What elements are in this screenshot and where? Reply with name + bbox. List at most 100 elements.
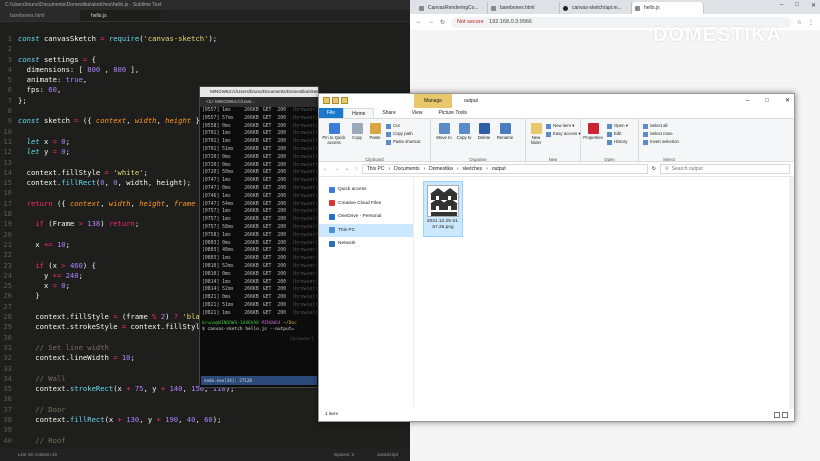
forward-icon[interactable]: → — [428, 19, 434, 25]
code-token: // Roof — [18, 435, 66, 445]
large-icons-view-icon[interactable] — [782, 412, 788, 418]
ribbon-tab-home[interactable]: Home — [343, 108, 375, 118]
up-icon[interactable]: ↑ — [355, 166, 358, 172]
prompt-path: ~/Doc — [283, 320, 297, 326]
minimize-icon[interactable]: – — [780, 2, 783, 9]
log-cell: (browser) — [292, 131, 318, 137]
edit-label: Edit — [614, 131, 622, 136]
sidebar-item-onedrive[interactable]: OneDrive - Personal — [319, 210, 413, 224]
back-icon[interactable]: ← — [416, 19, 422, 25]
log-cell: GET — [262, 279, 272, 285]
log-row: [0701] 51ms 266KB GET 200 (browser) — [202, 146, 318, 154]
ribbon-tab-picture-tools[interactable]: Picture Tools — [431, 108, 476, 118]
open-button[interactable]: Open ▾ — [607, 123, 628, 129]
rename-button[interactable]: Rename — [495, 123, 515, 140]
copy-to-button[interactable]: Copy to — [455, 123, 473, 140]
log-cell: 266KB — [244, 271, 259, 277]
log-cell: 266KB — [244, 139, 259, 145]
browser-tab-hello-js[interactable]: hello.js — [632, 2, 704, 14]
log-cell: GET — [262, 302, 272, 308]
line-number: 35 — [3, 384, 12, 394]
close-icon[interactable]: ✕ — [785, 94, 790, 108]
details-view-icon[interactable] — [774, 412, 780, 418]
folder-icon[interactable] — [323, 97, 330, 104]
line-number: 3 — [7, 54, 12, 64]
ribbon-tab-share[interactable]: Share — [374, 108, 403, 118]
copy-path-label: Copy path — [393, 131, 413, 136]
close-icon[interactable]: ✕ — [811, 2, 816, 9]
explorer-status-bar: 1 item — [319, 409, 794, 421]
code-token: // Door — [18, 404, 66, 414]
copy-button[interactable]: Copy — [349, 123, 365, 140]
code-token: + — [117, 414, 127, 424]
path-breadcrumb[interactable]: This PC › Documents › Domestika › sketches ›… — [361, 164, 648, 174]
new-folder-icon[interactable] — [341, 97, 348, 104]
maximize-icon[interactable]: □ — [795, 2, 799, 9]
code-text: context.fillRect(0, 0, width, height); — [18, 178, 191, 188]
tab-hello-js[interactable]: hello.js — [81, 10, 161, 21]
refresh-icon[interactable]: ↻ — [652, 166, 656, 172]
browser-tab-canvas-sketch-api[interactable]: canvas-sketch/api.m... — [560, 2, 632, 14]
star-icon[interactable]: ☆ — [797, 19, 802, 26]
bash-prompt[interactable]: bruno@WINDOWS-1U86VA0 MINGW64 ~/Doc $ ca… — [200, 321, 318, 343]
new-item-button[interactable]: New item ▾ — [546, 123, 574, 129]
minimize-icon[interactable]: – — [746, 94, 749, 108]
move-to-button[interactable]: Move to — [435, 123, 453, 140]
not-secure-badge[interactable]: Not secure — [457, 19, 484, 25]
log-cell: GET — [262, 131, 272, 137]
manage-tab[interactable]: Manage — [414, 94, 452, 108]
sidebar-item-creative-cloud[interactable]: Creative Cloud Files — [319, 197, 413, 211]
log-cell: 266KB — [244, 232, 259, 238]
code-token: fillRect — [69, 414, 105, 424]
line-number: 1 — [7, 34, 12, 43]
ribbon-tab-view[interactable]: View — [404, 108, 431, 118]
code-token: 10 — [121, 353, 131, 363]
log-cell: GET — [262, 271, 272, 277]
edit-button[interactable]: Edit — [607, 131, 621, 137]
paste-button[interactable]: Paste — [367, 123, 383, 140]
maximize-icon[interactable]: □ — [765, 94, 769, 108]
breadcrumb-domestika[interactable]: Domestika — [429, 165, 453, 173]
paste-shortcut-button[interactable]: Paste shortcut — [386, 139, 420, 145]
indentation-setting[interactable]: Spaces: 2 — [334, 449, 354, 461]
file-item[interactable]: 2021.12.25-21.57.25.png — [423, 181, 463, 237]
breadcrumb-output[interactable]: output — [492, 165, 506, 173]
select-all-button[interactable]: Select all — [643, 123, 667, 129]
delete-label: Delete — [477, 135, 491, 140]
properties-button[interactable]: Properties — [582, 123, 604, 140]
syntax-setting[interactable]: JavaScript — [377, 449, 398, 461]
sidebar-item-network[interactable]: Network — [319, 237, 413, 251]
log-cell: (browser) — [292, 108, 318, 113]
ribbon-tab-file[interactable]: File — [319, 108, 344, 118]
copy-path-button[interactable]: Copy path — [386, 131, 413, 137]
properties-icon[interactable] — [332, 97, 339, 104]
select-none-button[interactable]: Select none — [643, 131, 673, 137]
recent-dropdown-icon[interactable]: ⌄ — [345, 166, 349, 172]
sidebar-item-quick-access[interactable]: Quick access — [319, 183, 413, 197]
scrollbar[interactable] — [789, 177, 794, 409]
browser-tab-canvas-rendering[interactable]: CanvasRenderingCo... — [416, 2, 488, 14]
easy-access-button[interactable]: Easy access ▾ — [546, 131, 580, 137]
pin-quick-access-button[interactable]: Pin to Quick access — [322, 123, 346, 145]
code-token: , width, height); — [117, 178, 192, 188]
log-cell: [0747] — [202, 178, 220, 184]
sidebar-item-this-pc[interactable]: This PC — [319, 223, 413, 237]
copy-to-icon — [458, 123, 470, 134]
history-button[interactable]: History — [607, 139, 627, 145]
forward-icon[interactable]: → — [334, 166, 339, 172]
breadcrumb-sketches[interactable]: sketches — [462, 165, 482, 173]
delete-button[interactable]: Delete — [475, 123, 493, 140]
browser-tab-barebones[interactable]: barebones.html — [488, 2, 560, 14]
new-folder-button[interactable]: New folder — [528, 123, 544, 145]
invert-selection-button[interactable]: Invert selection — [643, 139, 679, 145]
code-token: strokeRect — [69, 384, 114, 394]
menu-icon[interactable]: ⋮ — [808, 19, 814, 26]
search-input[interactable]: ⚲ Search output — [660, 164, 790, 174]
reload-icon[interactable]: ↻ — [440, 19, 445, 26]
bash-tab[interactable]: <1> MINGW64:/c/User... — [200, 97, 318, 107]
cut-button[interactable]: Cut — [386, 123, 400, 129]
back-icon[interactable]: ← — [323, 166, 328, 172]
breadcrumb-documents[interactable]: Documents — [394, 165, 419, 173]
breadcrumb-this-pc[interactable]: This PC — [367, 165, 385, 173]
tab-barebones-html[interactable]: barebones.html — [0, 10, 80, 21]
